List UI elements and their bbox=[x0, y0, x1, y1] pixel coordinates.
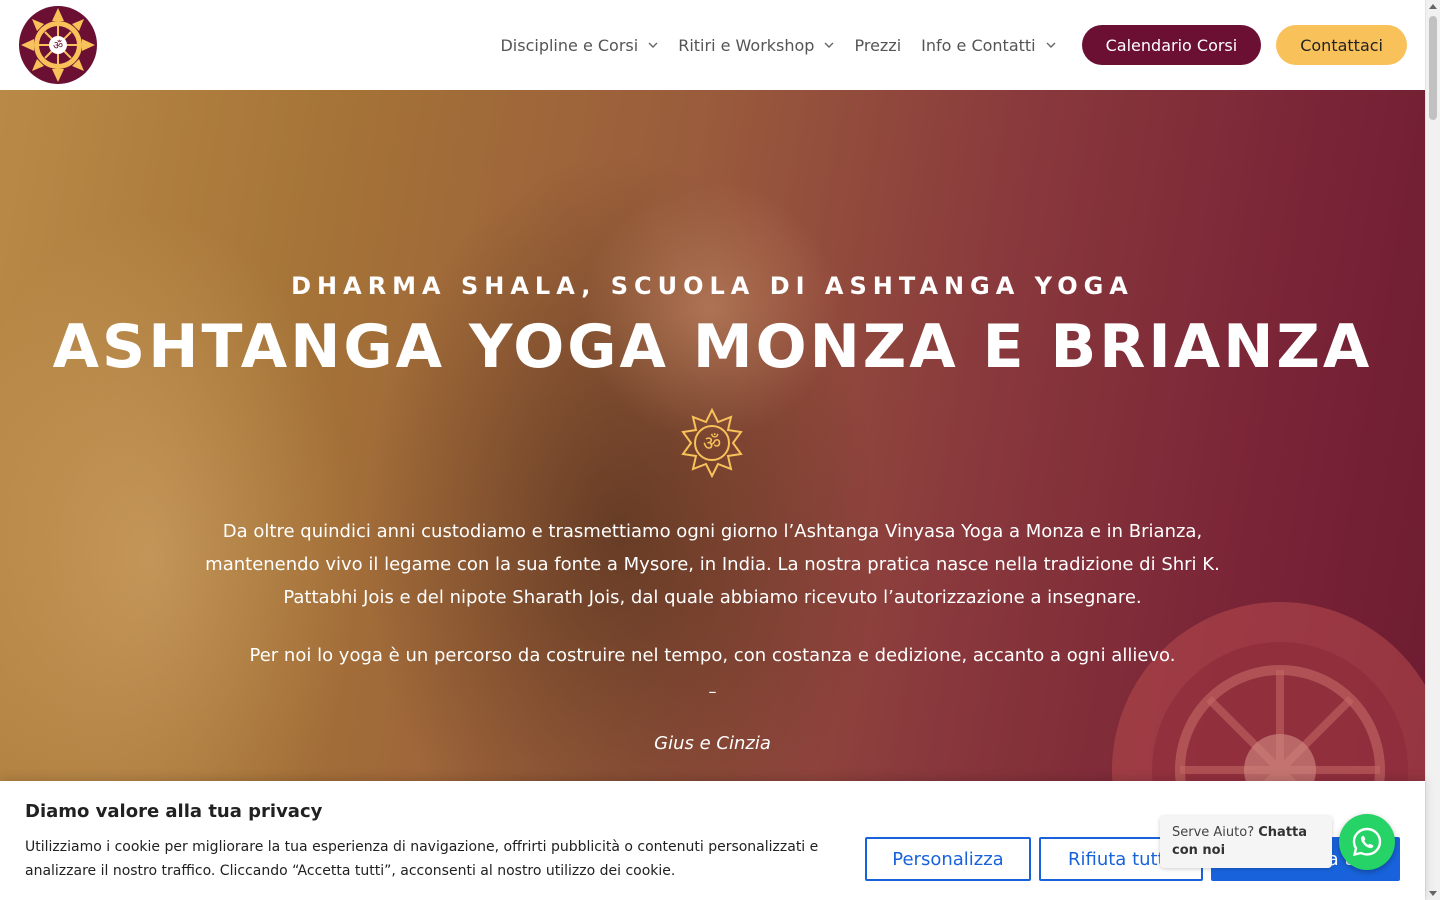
whatsapp-prefix: Serve Aiuto? bbox=[1172, 825, 1255, 840]
scroll-down-icon[interactable] bbox=[1429, 891, 1437, 896]
scrollbar-thumb[interactable] bbox=[1429, 16, 1437, 120]
chevron-down-icon bbox=[824, 42, 834, 48]
nav-discipline-corsi[interactable]: Discipline e Corsi bbox=[500, 36, 658, 55]
nav-label: Info e Contatti bbox=[921, 35, 1036, 55]
chevron-down-icon bbox=[648, 42, 658, 48]
chevron-down-icon bbox=[1046, 42, 1056, 48]
cookie-customize-button[interactable]: Personalizza bbox=[865, 837, 1031, 881]
nav-label: Prezzi bbox=[854, 35, 902, 55]
main-nav: Discipline e Corsi Ritiri e Workshop Pre… bbox=[480, 0, 1407, 90]
whatsapp-icon bbox=[1352, 827, 1382, 857]
nav-ritiri-workshop[interactable]: Ritiri e Workshop bbox=[678, 36, 834, 55]
nav-label: Discipline e Corsi bbox=[500, 35, 639, 55]
hero-intro-paragraph: Da oltre quindici anni custodiamo e tras… bbox=[205, 521, 1220, 608]
svg-text:ॐ: ॐ bbox=[703, 431, 721, 455]
om-lotus-icon: ॐ bbox=[681, 408, 743, 478]
nav-prezzi[interactable]: Prezzi bbox=[854, 36, 901, 55]
dharma-shala-logo[interactable]: ॐ bbox=[18, 5, 98, 85]
contact-button[interactable]: Contattaci bbox=[1276, 25, 1407, 65]
calendar-button[interactable]: Calendario Corsi bbox=[1081, 25, 1262, 65]
hero-signature: Gius e Cinzia bbox=[654, 733, 771, 754]
cookie-description: Utilizziamo i cookie per migliorare la t… bbox=[25, 839, 819, 879]
whatsapp-button[interactable] bbox=[1339, 814, 1395, 870]
site-header: ॐ Discipline e Corsi Ritiri e Workshop P… bbox=[0, 0, 1425, 90]
hero-title: ASHTANGA YOGA MONZA E BRIANZA bbox=[52, 312, 1373, 382]
page-scrollbar[interactable] bbox=[1425, 0, 1440, 900]
hero-philosophy-paragraph: Per noi lo yoga è un percorso da costrui… bbox=[249, 645, 1176, 666]
nav-info-contatti[interactable]: Info e Contatti bbox=[921, 35, 1056, 55]
whatsapp-chat-bubble[interactable]: Serve Aiuto? Chatta con noi bbox=[1160, 816, 1332, 868]
cookie-title: Diamo valore alla tua privacy bbox=[25, 801, 323, 822]
hero-figure-light bbox=[580, 180, 840, 440]
scroll-up-icon[interactable] bbox=[1429, 4, 1437, 9]
hero-section: DHARMA SHALA, SCUOLA DI ASHTANGA YOGA AS… bbox=[0, 90, 1425, 900]
nav-label: Ritiri e Workshop bbox=[678, 35, 815, 55]
hero-separator: – bbox=[708, 682, 717, 701]
hero-subtitle: DHARMA SHALA, SCUOLA DI ASHTANGA YOGA bbox=[291, 272, 1134, 300]
svg-text:ॐ: ॐ bbox=[53, 39, 63, 52]
